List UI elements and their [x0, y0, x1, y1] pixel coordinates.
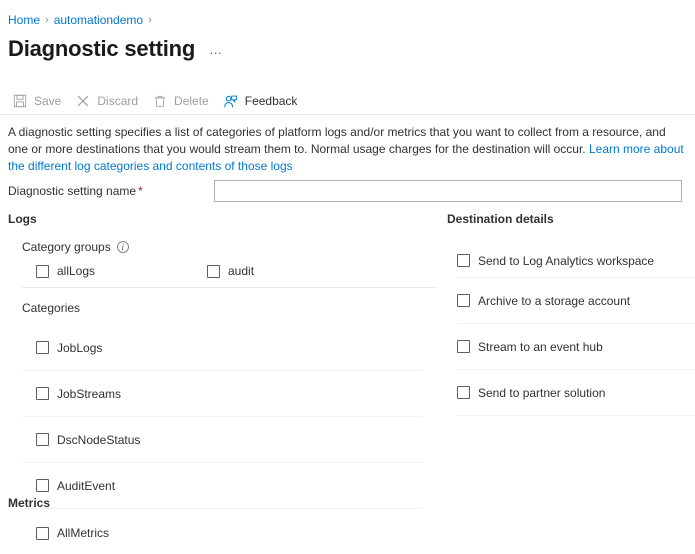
checkbox-row-dscnodestatus[interactable]: DscNodeStatus [36, 417, 438, 462]
category-groups-label: Category groups i [22, 240, 438, 254]
checkbox-label-auditevent: AuditEvent [57, 479, 115, 493]
checkbox-label-jobstreams: JobStreams [57, 387, 121, 401]
checkbox-row-jobstreams[interactable]: JobStreams [36, 371, 438, 416]
category-groups-divider [22, 287, 436, 288]
breadcrumb-separator-icon: › [45, 12, 49, 28]
categories-list: JobLogs JobStreams DscNodeStatus AuditEv… [36, 325, 438, 509]
save-label: Save [34, 94, 61, 108]
breadcrumb-item-automationdemo[interactable]: automationdemo [54, 12, 143, 28]
checkbox-storage-account[interactable] [457, 294, 470, 307]
discard-icon [75, 93, 91, 109]
checkbox-label-event-hub: Stream to an event hub [478, 340, 603, 354]
checkbox-audit[interactable] [207, 265, 220, 278]
checkbox-label-allmetrics: AllMetrics [57, 526, 109, 540]
checkbox-row-log-analytics[interactable]: Send to Log Analytics workspace [457, 244, 695, 277]
checkbox-allmetrics[interactable] [36, 527, 49, 540]
categories-label: Categories [22, 301, 438, 315]
checkbox-log-analytics[interactable] [457, 254, 470, 267]
breadcrumb-separator-icon: › [148, 12, 152, 28]
required-asterisk: * [138, 184, 143, 198]
command-bar: Save Discard Delete Fee [8, 90, 307, 112]
name-label-text: Diagnostic setting name [8, 184, 136, 198]
metrics-heading: Metrics [8, 496, 438, 510]
feedback-button[interactable]: Feedback [219, 90, 308, 112]
checkbox-label-storage-account: Archive to a storage account [478, 294, 630, 308]
more-options-button[interactable]: … [209, 42, 224, 57]
discard-label: Discard [97, 94, 138, 108]
checkbox-label-joblogs: JobLogs [57, 341, 102, 355]
checkbox-row-storage-account[interactable]: Archive to a storage account [457, 278, 695, 323]
checkbox-label-partner-solution: Send to partner solution [478, 386, 605, 400]
destination-divider [457, 415, 695, 416]
checkbox-row-joblogs[interactable]: JobLogs [36, 325, 438, 370]
delete-button[interactable]: Delete [148, 90, 219, 112]
category-groups-text: Category groups [22, 240, 111, 254]
info-icon[interactable]: i [117, 241, 129, 253]
discard-button[interactable]: Discard [71, 90, 148, 112]
checkbox-row-partner-solution[interactable]: Send to partner solution [457, 370, 695, 415]
feedback-icon [223, 93, 239, 109]
logs-heading: Logs [8, 212, 438, 226]
checkbox-label-dscnodestatus: DscNodeStatus [57, 433, 140, 447]
checkbox-dscnodestatus[interactable] [36, 433, 49, 446]
checkbox-row-alllogs[interactable]: allLogs [36, 264, 207, 278]
destination-details-heading: Destination details [447, 212, 695, 226]
checkbox-jobstreams[interactable] [36, 387, 49, 400]
destination-details-section: Destination details Send to Log Analytic… [447, 212, 695, 416]
checkbox-label-alllogs: allLogs [57, 264, 95, 278]
page-title: Diagnostic setting [8, 36, 195, 62]
breadcrumb-item-home[interactable]: Home [8, 12, 40, 28]
checkbox-label-audit: audit [228, 264, 254, 278]
diagnostic-setting-name-row: Diagnostic setting name* [8, 180, 692, 202]
page-header: Diagnostic setting … [8, 36, 224, 62]
delete-label: Delete [174, 94, 209, 108]
metrics-section: Metrics AllMetrics [8, 496, 438, 546]
description-body: A diagnostic setting specifies a list of… [8, 125, 666, 156]
save-icon [12, 93, 28, 109]
breadcrumb: Home › automationdemo › [8, 12, 152, 28]
description-text: A diagnostic setting specifies a list of… [8, 124, 686, 175]
save-button[interactable]: Save [8, 90, 71, 112]
checkbox-partner-solution[interactable] [457, 386, 470, 399]
toolbar-divider [0, 114, 695, 115]
diagnostic-setting-name-input[interactable] [214, 180, 682, 202]
feedback-label: Feedback [245, 94, 298, 108]
checkbox-alllogs[interactable] [36, 265, 49, 278]
logs-section: Logs Category groups i allLogs audit Cat… [8, 212, 438, 509]
checkbox-joblogs[interactable] [36, 341, 49, 354]
delete-icon [152, 93, 168, 109]
category-groups-row: allLogs audit [36, 264, 438, 278]
checkbox-label-log-analytics: Send to Log Analytics workspace [478, 254, 654, 268]
destination-list: Send to Log Analytics workspace Archive … [457, 244, 695, 416]
checkbox-row-event-hub[interactable]: Stream to an event hub [457, 324, 695, 369]
checkbox-auditevent[interactable] [36, 479, 49, 492]
diagnostic-setting-name-label: Diagnostic setting name* [8, 184, 214, 198]
checkbox-row-allmetrics[interactable]: AllMetrics [36, 520, 438, 546]
checkbox-row-audit[interactable]: audit [207, 264, 254, 278]
checkbox-event-hub[interactable] [457, 340, 470, 353]
